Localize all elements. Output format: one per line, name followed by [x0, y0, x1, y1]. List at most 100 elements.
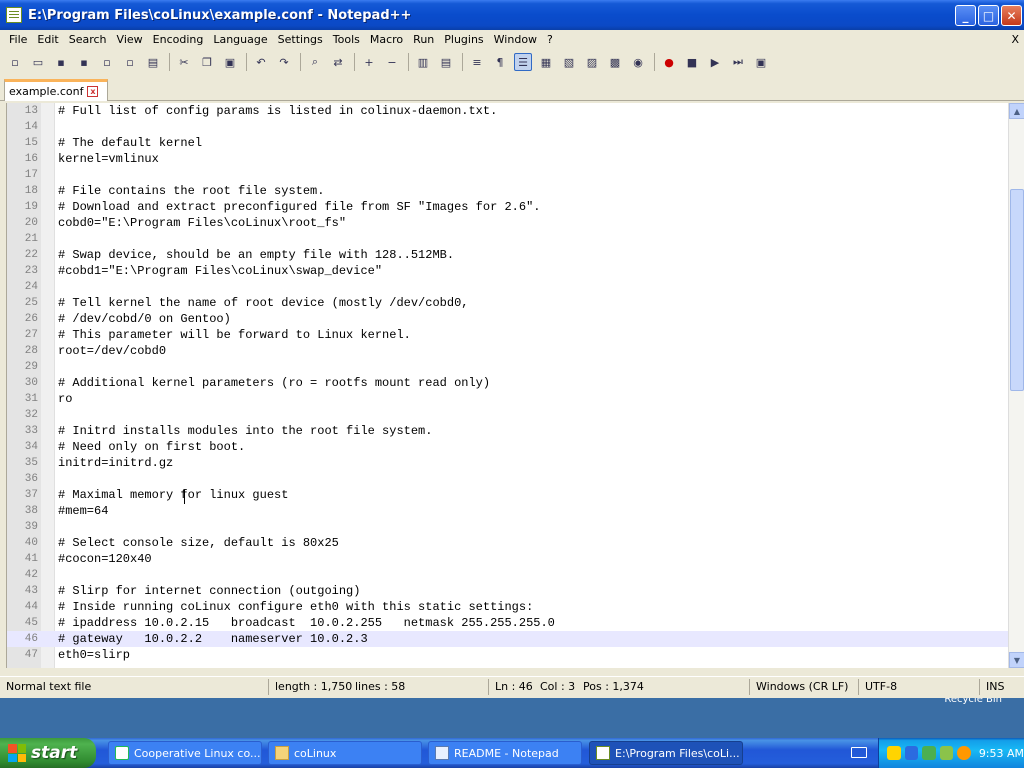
menu-edit[interactable]: Edit — [32, 33, 63, 46]
editor-line[interactable]: 27 # This parameter will be forward to Li… — [7, 327, 1011, 343]
save-icon[interactable]: ▪ — [52, 53, 70, 71]
editor-line[interactable]: 33 # Initrd installs modules into the roo… — [7, 423, 1011, 439]
editor-line[interactable]: 23 #cobd1="E:\Program Files\coLinux\swap_… — [7, 263, 1011, 279]
word-wrap-icon[interactable]: ≡ — [468, 53, 486, 71]
copy-icon[interactable]: ❐ — [198, 53, 216, 71]
menu-search[interactable]: Search — [64, 33, 112, 46]
undo-icon[interactable]: ↶ — [252, 53, 270, 71]
maximize-button[interactable]: □ — [978, 5, 999, 26]
menu-run[interactable]: Run — [408, 33, 439, 46]
sync-vertical-icon[interactable]: ▥ — [414, 53, 432, 71]
editor-line[interactable]: 21 — [7, 231, 1011, 247]
notepadpp-icon[interactable] — [6, 7, 22, 23]
close-file-icon[interactable]: ▫ — [98, 53, 116, 71]
editor-line[interactable]: 46 # gateway 10.0.2.2 nameserver 10.0.2.3 — [7, 631, 1011, 647]
taskbar-item-readme-notepad[interactable]: README - Notepad — [428, 741, 582, 765]
connection-icon[interactable] — [922, 746, 936, 760]
menu-settings[interactable]: Settings — [273, 33, 328, 46]
editor-line[interactable]: 36 — [7, 471, 1011, 487]
zoom-in-icon[interactable]: + — [360, 53, 378, 71]
menu-tools[interactable]: Tools — [328, 33, 365, 46]
menu-file[interactable]: File — [4, 33, 32, 46]
menu-plugins[interactable]: Plugins — [439, 33, 488, 46]
editor-line[interactable]: 26 # /dev/cobd/0 on Gentoo) — [7, 311, 1011, 327]
editor-line[interactable]: 17 — [7, 167, 1011, 183]
start-button[interactable]: start — [0, 738, 96, 768]
close-button[interactable]: ✕ — [1001, 5, 1022, 26]
editor-line[interactable]: 45 # ipaddress 10.0.2.15 broadcast 10.0.2… — [7, 615, 1011, 631]
paste-icon[interactable]: ▣ — [221, 53, 239, 71]
network-icon[interactable] — [904, 746, 919, 760]
sync-horizontal-icon[interactable]: ▤ — [437, 53, 455, 71]
function-list-icon[interactable]: ▨ — [583, 53, 601, 71]
menu-macro[interactable]: Macro — [365, 33, 408, 46]
editor-line[interactable]: 32 — [7, 407, 1011, 423]
editor-line[interactable]: 34 # Need only on first boot. — [7, 439, 1011, 455]
editor-line[interactable]: 22 # Swap device, should be an empty file… — [7, 247, 1011, 263]
editor-line[interactable]: 42 — [7, 567, 1011, 583]
taskbar-item-cooperative-linux[interactable]: Cooperative Linux co... — [108, 741, 262, 765]
editor-line[interactable]: 31 ro — [7, 391, 1011, 407]
editor-line[interactable]: 44 # Inside running coLinux configure eth… — [7, 599, 1011, 615]
replace-icon[interactable]: ⇄ — [329, 53, 347, 71]
editor-line[interactable]: 20 cobd0="E:\Program Files\coLinux\root_f… — [7, 215, 1011, 231]
search-icon[interactable] — [957, 746, 971, 760]
doc-map-icon[interactable]: ▧ — [560, 53, 578, 71]
zoom-out-icon[interactable]: − — [383, 53, 401, 71]
vertical-scrollbar[interactable]: ▲ ▼ — [1008, 103, 1024, 668]
play-macro-icon[interactable]: ▶ — [706, 53, 724, 71]
menu-language[interactable]: Language — [208, 33, 272, 46]
title-bar[interactable]: E:\Program Files\coLinux\example.conf - … — [0, 0, 1024, 30]
save-macro-icon[interactable]: ▣ — [752, 53, 770, 71]
editor-line[interactable]: 41 #cocon=120x40 — [7, 551, 1011, 567]
editor-line[interactable]: 39 — [7, 519, 1011, 535]
editor-line[interactable]: 29 — [7, 359, 1011, 375]
editor-line[interactable]: 19 # Download and extract preconfigured f… — [7, 199, 1011, 215]
close-all-icon[interactable]: ▫ — [121, 53, 139, 71]
editor-line[interactable]: 30 # Additional kernel parameters (ro = r… — [7, 375, 1011, 391]
indent-guide-icon[interactable]: ☰ — [514, 53, 532, 71]
editor-line[interactable]: 28 root=/dev/cobd0 — [7, 343, 1011, 359]
run-macro-multiple-icon[interactable]: ⏭ — [729, 53, 747, 71]
minimize-button[interactable]: _ — [955, 5, 976, 26]
menu-encoding[interactable]: Encoding — [148, 33, 209, 46]
keyboard-icon[interactable] — [851, 747, 867, 758]
clock[interactable]: 9:53 AM — [979, 747, 1024, 760]
taskbar-item-notepadpp[interactable]: E:\Program Files\coLi... — [589, 741, 743, 765]
editor-line[interactable]: 37 # Maximal memory for linux guest — [7, 487, 1011, 503]
save-all-icon[interactable]: ▪ — [75, 53, 93, 71]
editor-line[interactable]: 16 kernel=vmlinux — [7, 151, 1011, 167]
menu-window[interactable]: Window — [489, 33, 542, 46]
show-all-chars-icon[interactable]: ¶ — [491, 53, 509, 71]
editor-line[interactable]: 40 # Select console size, default is 80x2… — [7, 535, 1011, 551]
cut-icon[interactable]: ✂ — [175, 53, 193, 71]
editor-line[interactable]: 47 eth0=slirp — [7, 647, 1011, 663]
taskbar-item-colinux-folder[interactable]: coLinux — [268, 741, 422, 765]
editor-line[interactable]: 18 # File contains the root file system. — [7, 183, 1011, 199]
scroll-down-icon[interactable]: ▼ — [1009, 652, 1024, 668]
menu-view[interactable]: View — [112, 33, 148, 46]
stop-macro-icon[interactable]: ■ — [683, 53, 701, 71]
editor-line[interactable]: 13 # Full list of config params is listed… — [7, 103, 1011, 119]
record-macro-icon[interactable]: ● — [660, 53, 678, 71]
redo-icon[interactable]: ↷ — [275, 53, 293, 71]
user-lang-icon[interactable]: ▦ — [537, 53, 555, 71]
print-icon[interactable]: ▤ — [144, 53, 162, 71]
tab-close-icon[interactable]: x — [87, 86, 99, 97]
editor-line[interactable]: 14 — [7, 119, 1011, 135]
scroll-up-icon[interactable]: ▲ — [1009, 103, 1024, 119]
editor-line[interactable]: 24 — [7, 279, 1011, 295]
folder-workspace-icon[interactable]: ▩ — [606, 53, 624, 71]
find-icon[interactable]: ⌕ — [306, 53, 324, 71]
monitoring-icon[interactable]: ◉ — [629, 53, 647, 71]
text-editor[interactable]: 13 # Full list of config params is listed… — [6, 103, 1024, 668]
new-file-icon[interactable]: ▫ — [6, 53, 24, 71]
open-file-icon[interactable]: ▭ — [29, 53, 47, 71]
editor-line[interactable]: 25 # Tell kernel the name of root device … — [7, 295, 1011, 311]
editor-line[interactable]: 38 #mem=64 — [7, 503, 1011, 519]
tab-example-conf[interactable]: example.conf x — [4, 79, 108, 101]
editor-line[interactable]: 35 initrd=initrd.gz — [7, 455, 1011, 471]
editor-line[interactable]: 43 # Slirp for internet connection (outgo… — [7, 583, 1011, 599]
menu-close-document[interactable]: X — [1006, 33, 1024, 46]
scroll-thumb[interactable] — [1010, 189, 1024, 391]
